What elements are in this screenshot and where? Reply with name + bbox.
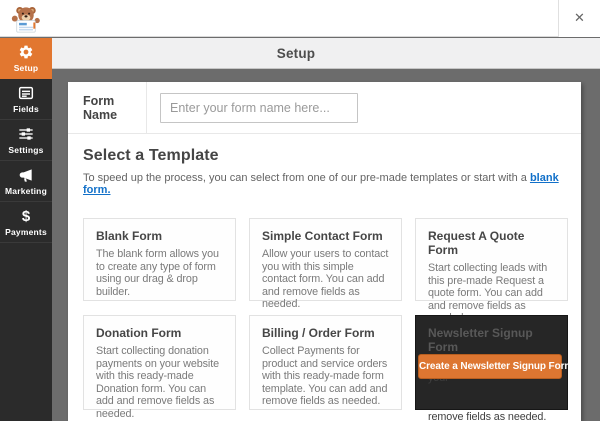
- sidebar-item-setup[interactable]: Setup: [0, 38, 52, 79]
- template-title: Newsletter Signup Form: [428, 326, 555, 354]
- sidebar-item-label: Payments: [5, 227, 47, 237]
- sidebar-item-payments[interactable]: $ Payments: [0, 202, 52, 243]
- template-title: Request A Quote Form: [428, 229, 555, 257]
- close-icon: ✕: [574, 11, 585, 26]
- template-description: Allow your users to contact you with thi…: [262, 248, 389, 311]
- bear-mascot-icon: [9, 3, 43, 35]
- wpforms-logo: [0, 0, 52, 37]
- template-grid: Blank Form The blank form allows you to …: [83, 218, 568, 421]
- topbar: ✕: [0, 0, 600, 37]
- dollar-icon: $: [22, 208, 30, 225]
- close-button[interactable]: ✕: [558, 0, 600, 37]
- sidebar-item-marketing[interactable]: Marketing: [0, 161, 52, 202]
- panel-title-bar: Setup: [52, 38, 600, 69]
- sidebar-item-label: Setup: [14, 63, 39, 73]
- megaphone-icon: [18, 167, 34, 184]
- template-title: Blank Form: [96, 229, 223, 243]
- wpforms-builder-window: ✕ Setup Setup Fields Settings: [0, 0, 600, 421]
- template-card-donation-form[interactable]: Donation Form Start collecting donation …: [83, 315, 236, 410]
- template-card-billing-order-form[interactable]: Billing / Order Form Collect Payments fo…: [249, 315, 402, 410]
- sidebar-item-label: Settings: [8, 145, 43, 155]
- template-title: Billing / Order Form: [262, 326, 389, 340]
- template-card-simple-contact-form[interactable]: Simple Contact Form Allow your users to …: [249, 218, 402, 301]
- template-description: remove fields as needed.: [428, 411, 555, 421]
- template-card-request-a-quote-form[interactable]: Request A Quote Form Start collecting le…: [415, 218, 568, 301]
- template-card-blank-form[interactable]: Blank Form The blank form allows you to …: [83, 218, 236, 301]
- form-name-label: Form Name: [68, 82, 147, 133]
- template-title: Simple Contact Form: [262, 229, 389, 243]
- sidebar: Setup Fields Settings Marketing $ Paymen…: [0, 38, 52, 421]
- create-newsletter-signup-form-button[interactable]: Create a Newsletter Signup Form: [418, 354, 562, 379]
- template-card-newsletter-signup-form[interactable]: Newsletter Signup Form Add subscribers a…: [415, 315, 568, 410]
- template-description: Start collecting donation payments on yo…: [96, 345, 223, 420]
- sidebar-item-label: Fields: [13, 104, 39, 114]
- setup-panel: Form Name Select a Template To speed up …: [68, 82, 581, 421]
- sliders-icon: [18, 126, 34, 143]
- template-description: Collect Payments for product and service…: [262, 345, 389, 408]
- template-description: The blank form allows you to create any …: [96, 248, 223, 298]
- sidebar-item-settings[interactable]: Settings: [0, 120, 52, 161]
- gear-icon: [18, 44, 34, 61]
- template-section: Select a Template To speed up the proces…: [68, 134, 581, 421]
- form-name-row: Form Name: [68, 82, 581, 134]
- section-heading: Select a Template: [83, 147, 568, 165]
- form-name-input[interactable]: [160, 93, 358, 123]
- sidebar-item-fields[interactable]: Fields: [0, 79, 52, 120]
- panel-title: Setup: [277, 46, 316, 61]
- sidebar-item-label: Marketing: [5, 186, 47, 196]
- section-description: To speed up the process, you can select …: [83, 172, 568, 196]
- template-title: Donation Form: [96, 326, 223, 340]
- fields-list-icon: [18, 85, 34, 102]
